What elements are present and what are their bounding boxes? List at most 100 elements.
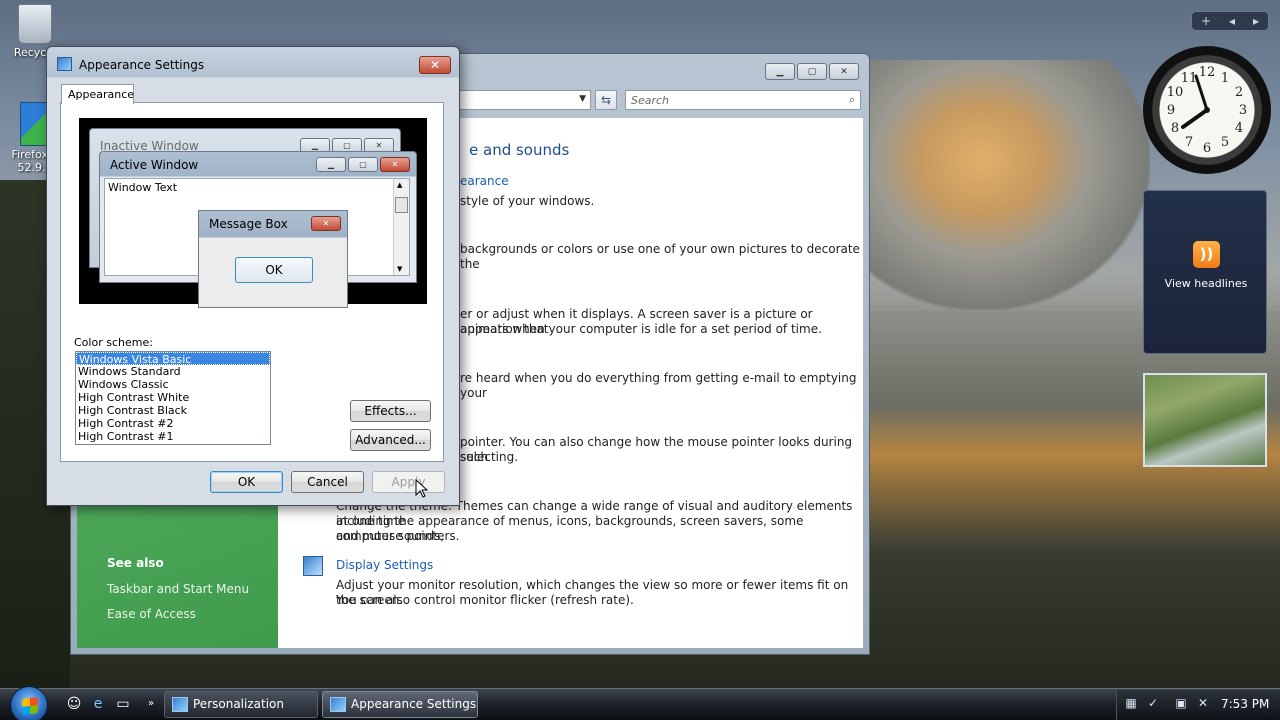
chevron-right-icon[interactable]: » bbox=[142, 695, 160, 713]
svg-text:7: 7 bbox=[1185, 135, 1193, 150]
minimize-icon: ▁ bbox=[776, 66, 784, 77]
window-caption-buttons: ▁ ▢ ✕ bbox=[765, 63, 859, 80]
scheme-item[interactable]: High Contrast White bbox=[76, 391, 270, 404]
svg-text:6: 6 bbox=[1203, 141, 1211, 156]
scheme-item[interactable]: Windows Standard bbox=[76, 365, 270, 378]
preview-window-text: Window Text bbox=[108, 181, 178, 194]
preview-active-title: Active Window bbox=[110, 158, 199, 172]
preview-active-buttons: ▁ ▢ ✕ bbox=[316, 157, 410, 172]
search-input[interactable]: Search ⌕ bbox=[625, 90, 861, 110]
ease-of-access-link[interactable]: Ease of Access bbox=[107, 607, 196, 621]
scheme-item[interactable]: Windows Classic bbox=[76, 378, 270, 391]
svg-text:10: 10 bbox=[1167, 85, 1184, 100]
switch-user-icon[interactable]: ☺ bbox=[65, 695, 83, 713]
cancel-button[interactable]: Cancel bbox=[291, 471, 364, 493]
taskbar-appearance-button[interactable]: Appearance Settings bbox=[322, 691, 478, 718]
start-button[interactable] bbox=[10, 686, 48, 720]
clock-face-icon: 12 12 345 678 91011 bbox=[1167, 65, 1247, 156]
appearance-settings-dialog[interactable]: Appearance Settings ✕ Appearance Inactiv… bbox=[46, 46, 460, 506]
maximize-icon: ▢ bbox=[807, 66, 817, 77]
appearance-icon bbox=[330, 697, 346, 712]
chevron-down-icon[interactable]: ▼ bbox=[579, 94, 586, 104]
mouse-pointers-desc: pointer. You can also change how the mou… bbox=[460, 435, 853, 464]
advanced-button[interactable]: Advanced... bbox=[350, 429, 431, 451]
dialog-close-button[interactable]: ✕ bbox=[419, 56, 451, 74]
search-icon[interactable]: ⌕ bbox=[849, 93, 855, 107]
refresh-button[interactable]: ⇆ bbox=[595, 90, 617, 110]
tab-appearance[interactable]: Appearance bbox=[61, 84, 134, 104]
chevron-left-icon[interactable]: ◂ bbox=[1229, 14, 1235, 28]
taskbar-appearance-label: Appearance Settings bbox=[351, 697, 477, 711]
network-icon[interactable]: ▣ bbox=[1173, 695, 1189, 711]
search-placeholder: Search bbox=[631, 94, 670, 107]
close-icon: ✕ bbox=[429, 58, 441, 72]
ok-button[interactable]: OK bbox=[210, 471, 283, 493]
scheme-item[interactable]: High Contrast #2 bbox=[76, 417, 270, 430]
scroll-up-icon: ▲ bbox=[397, 181, 403, 189]
windows-logo-icon bbox=[22, 697, 38, 715]
scheme-preview: Inactive Window ▁ ▢ ✕ Active Window ▁ ▢ … bbox=[79, 118, 427, 308]
sounds-desc: re heard when you do everything from get… bbox=[460, 371, 857, 400]
window-color-link[interactable]: earance bbox=[460, 174, 509, 188]
refresh-icon: ⇆ bbox=[600, 93, 612, 107]
window-color-desc: style of your windows. bbox=[460, 194, 595, 208]
slideshow-gadget[interactable] bbox=[1143, 373, 1267, 467]
chevron-right-icon[interactable]: ▸ bbox=[1253, 14, 1259, 28]
clock-gadget[interactable]: 12 1 2 345 678 9 10 11 bbox=[1143, 46, 1271, 174]
maximize-icon: ▢ bbox=[348, 157, 378, 172]
taskbar-start-menu-link[interactable]: Taskbar and Start Menu bbox=[107, 582, 249, 596]
color-scheme-list[interactable]: Windows Vista Basic Windows Standard Win… bbox=[75, 351, 271, 445]
sidebar-tray-icon[interactable]: ▦ bbox=[1123, 695, 1139, 711]
minimize-icon: ▁ bbox=[316, 157, 346, 172]
apply-button[interactable]: Apply bbox=[372, 471, 445, 493]
taskbar-personalization-button[interactable]: Personalization bbox=[164, 691, 318, 718]
maximize-button[interactable]: ▢ bbox=[797, 63, 827, 80]
svg-text:8: 8 bbox=[1171, 121, 1179, 136]
svg-text:9: 9 bbox=[1167, 103, 1175, 118]
address-bar[interactable]: ▼ bbox=[459, 90, 591, 110]
display-settings-link[interactable]: Display Settings bbox=[336, 558, 433, 572]
svg-text:4: 4 bbox=[1235, 121, 1243, 136]
svg-text:11: 11 bbox=[1181, 71, 1198, 86]
add-gadget-icon[interactable]: + bbox=[1201, 14, 1211, 28]
appearance-panel: Inactive Window ▁ ▢ ✕ Active Window ▁ ▢ … bbox=[60, 102, 444, 462]
preview-message-box: Message Box ✕ OK bbox=[198, 210, 348, 308]
svg-text:1: 1 bbox=[1221, 71, 1229, 86]
display-properties-icon bbox=[57, 57, 72, 71]
taskbar-clock[interactable]: 7:53 PM bbox=[1221, 697, 1269, 711]
sidebar-controls: + ◂ ▸ bbox=[1191, 11, 1269, 31]
svg-text:3: 3 bbox=[1239, 103, 1247, 118]
scroll-down-icon: ▼ bbox=[397, 265, 403, 273]
show-desktop-icon[interactable]: ▭ bbox=[114, 695, 132, 713]
dialog-title: Appearance Settings bbox=[79, 58, 205, 72]
scheme-item[interactable]: High Contrast Black bbox=[76, 404, 270, 417]
safely-remove-icon[interactable]: ✓ bbox=[1145, 695, 1161, 711]
close-icon: ✕ bbox=[840, 66, 848, 77]
wallpaper-mountain bbox=[870, 60, 1150, 310]
screen-saver-desc-2: appears when your computer is idle for a… bbox=[460, 322, 822, 336]
internet-explorer-icon[interactable]: e bbox=[89, 695, 107, 713]
feed-headlines-gadget[interactable]: )) View headlines bbox=[1143, 190, 1267, 354]
page-heading: e and sounds bbox=[469, 141, 570, 159]
see-also-heading: See also bbox=[107, 556, 164, 570]
close-icon: ✕ bbox=[311, 216, 341, 231]
view-headlines-label[interactable]: View headlines bbox=[1144, 277, 1268, 290]
scheme-item[interactable]: Windows Vista Basic bbox=[76, 352, 270, 366]
close-icon: ✕ bbox=[380, 157, 410, 172]
mouse-pointers-desc-2: selecting. bbox=[460, 450, 519, 464]
display-settings-desc-2: You can also control monitor flicker (re… bbox=[336, 593, 634, 607]
personalization-icon bbox=[172, 697, 188, 712]
desktop-background-desc: backgrounds or colors or use one of your… bbox=[460, 242, 860, 271]
effects-button[interactable]: Effects... bbox=[350, 400, 431, 422]
theme-desc-3: and mouse pointers. bbox=[336, 529, 460, 543]
rss-icon: )) bbox=[1193, 241, 1220, 268]
system-tray: ▦ ✓ ▣ ✕ 7:53 PM bbox=[1116, 690, 1280, 720]
volume-muted-icon[interactable]: ✕ bbox=[1195, 695, 1211, 711]
svg-text:5: 5 bbox=[1221, 135, 1229, 150]
minimize-button[interactable]: ▁ bbox=[765, 63, 795, 80]
close-button[interactable]: ✕ bbox=[829, 63, 859, 80]
scheme-item[interactable]: High Contrast #1 bbox=[76, 430, 270, 443]
mouse-cursor-icon bbox=[415, 479, 429, 498]
taskbar-personalization-label: Personalization bbox=[193, 697, 284, 711]
preview-active-window: Active Window ▁ ▢ ✕ Window Text ▲ ▼ Mess… bbox=[99, 151, 417, 308]
